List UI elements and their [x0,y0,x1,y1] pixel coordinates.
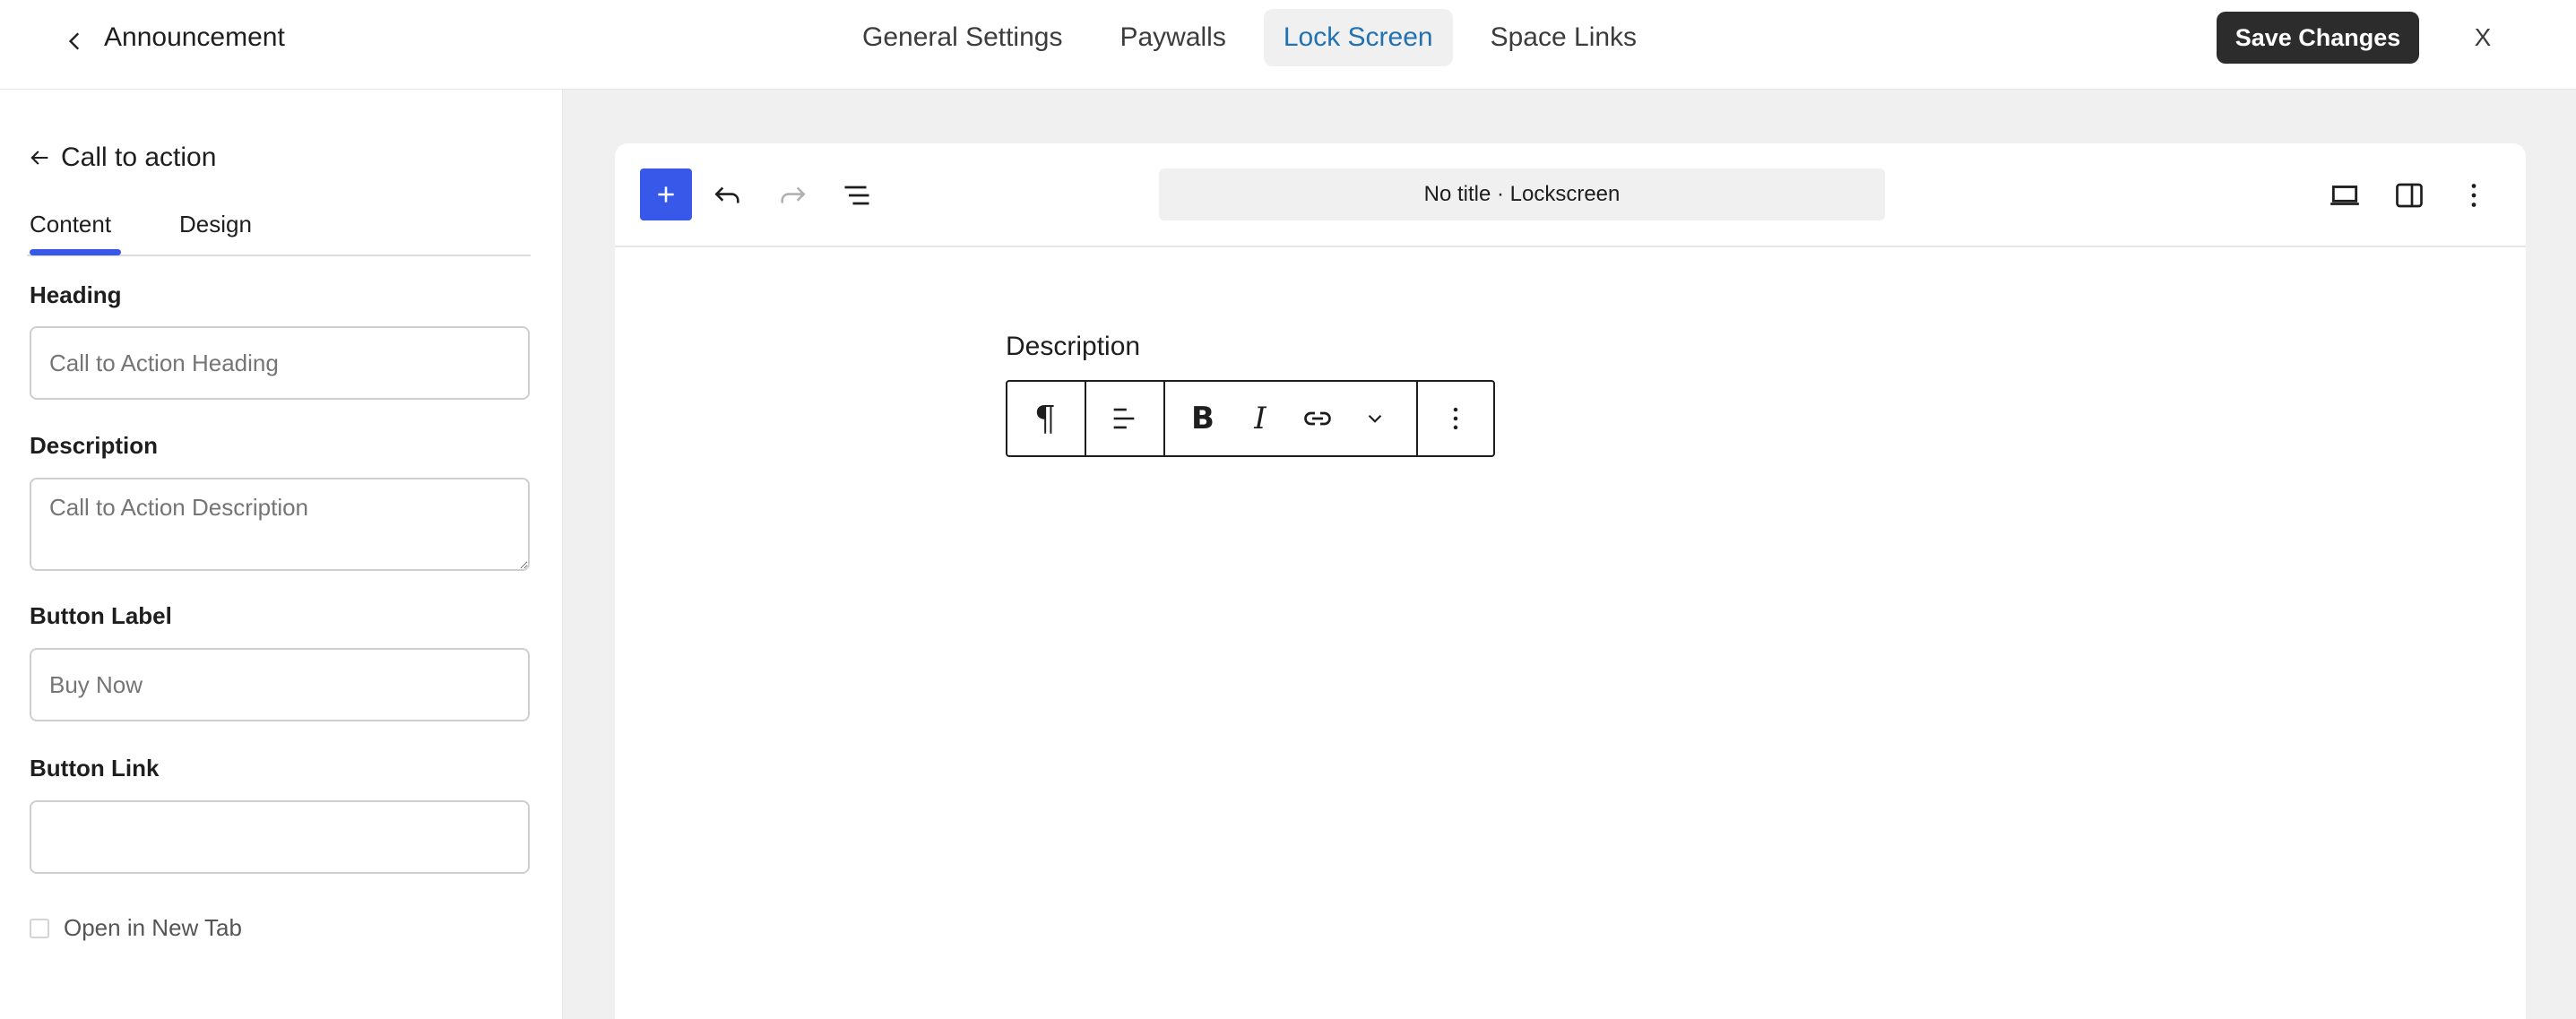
paragraph-block-button[interactable]: ¶ [1016,382,1074,455]
close-button[interactable]: X [2461,20,2504,56]
tab-paywalls[interactable]: Paywalls [1100,9,1245,66]
more-vertical-icon [1453,407,1458,430]
settings-sidebar: Call to action Content Design Heading De… [0,90,563,1019]
redo-icon [781,186,806,203]
toolbar-divider [1416,382,1418,455]
redo-button[interactable] [769,172,816,219]
active-tab-indicator [30,249,121,255]
view-mode-button[interactable] [2321,172,2368,219]
alignment-group [1095,382,1153,455]
open-in-new-tab-checkbox[interactable] [30,918,49,938]
format-group: B I [1174,382,1404,455]
link-button[interactable] [1289,382,1346,455]
tab-content[interactable]: Content [30,206,121,255]
page-title: Announcement [104,22,285,52]
block-editor: No title · Lockscreen [615,143,2526,1019]
align-button[interactable] [1095,382,1153,455]
button-label-label: Button Label [30,602,172,629]
open-in-new-tab-option[interactable]: Open in New Tab [30,914,242,942]
open-in-new-tab-label: Open in New Tab [64,914,242,941]
toolbar-divider [1163,382,1165,455]
tab-space-links[interactable]: Space Links [1471,9,1656,66]
button-link-input[interactable] [30,800,530,874]
block-options-group [1427,382,1484,455]
save-changes-button[interactable]: Save Changes [2217,12,2419,64]
document-outline-button[interactable] [834,172,880,219]
main-nav: General Settings Paywalls Lock Screen Sp… [843,9,1656,66]
block-type-group: ¶ [1016,382,1074,455]
more-formatting-button[interactable] [1346,382,1404,455]
undo-icon [714,186,739,203]
block-label: Description [1006,332,1141,361]
laptop-icon [2330,186,2359,205]
arrow-left-icon [30,151,48,165]
toolbar-divider [1085,382,1086,455]
italic-icon: I [1254,401,1266,436]
description-label: Description [30,432,159,459]
chevron-down-icon [1368,414,1382,423]
sidebar-back-label: Call to action [61,142,217,172]
sidebar-back-button[interactable]: Call to action [27,140,216,176]
add-block-button[interactable] [640,168,692,220]
link-icon [1304,411,1331,426]
options-button[interactable] [2451,172,2497,219]
button-label-input[interactable] [30,648,530,721]
bold-button[interactable]: B [1174,382,1232,455]
document-title[interactable]: No title · Lockscreen [1159,168,1885,220]
more-vertical-icon [2471,184,2477,207]
tab-content-label: Content [30,211,112,237]
undo-button[interactable] [705,172,751,219]
tab-design[interactable]: Design [179,206,252,253]
block-options-button[interactable] [1427,382,1484,455]
top-bar: Announcement General Settings Paywalls L… [0,0,2576,90]
back-button[interactable] [57,23,93,59]
list-view-icon [844,186,869,205]
sidebar-tabs: Content Design [27,206,531,256]
editor-toolbar: No title · Lockscreen [615,143,2526,247]
chevron-left-icon [68,32,80,50]
align-left-icon [1113,408,1135,429]
bold-icon: B [1191,401,1215,436]
button-link-label: Button Link [30,755,160,782]
italic-button[interactable]: I [1232,382,1289,455]
settings-panel-button[interactable] [2386,172,2433,219]
tab-general-settings[interactable]: General Settings [843,9,1082,66]
description-input[interactable] [30,478,530,571]
heading-input[interactable] [30,326,530,400]
heading-label: Heading [30,281,122,308]
sidebar-panel-icon [2396,183,2423,208]
tab-lock-screen[interactable]: Lock Screen [1263,9,1453,66]
block-toolbar: ¶ B I [1006,380,1495,457]
pilcrow-icon: ¶ [1033,399,1057,438]
plus-icon [658,186,674,203]
